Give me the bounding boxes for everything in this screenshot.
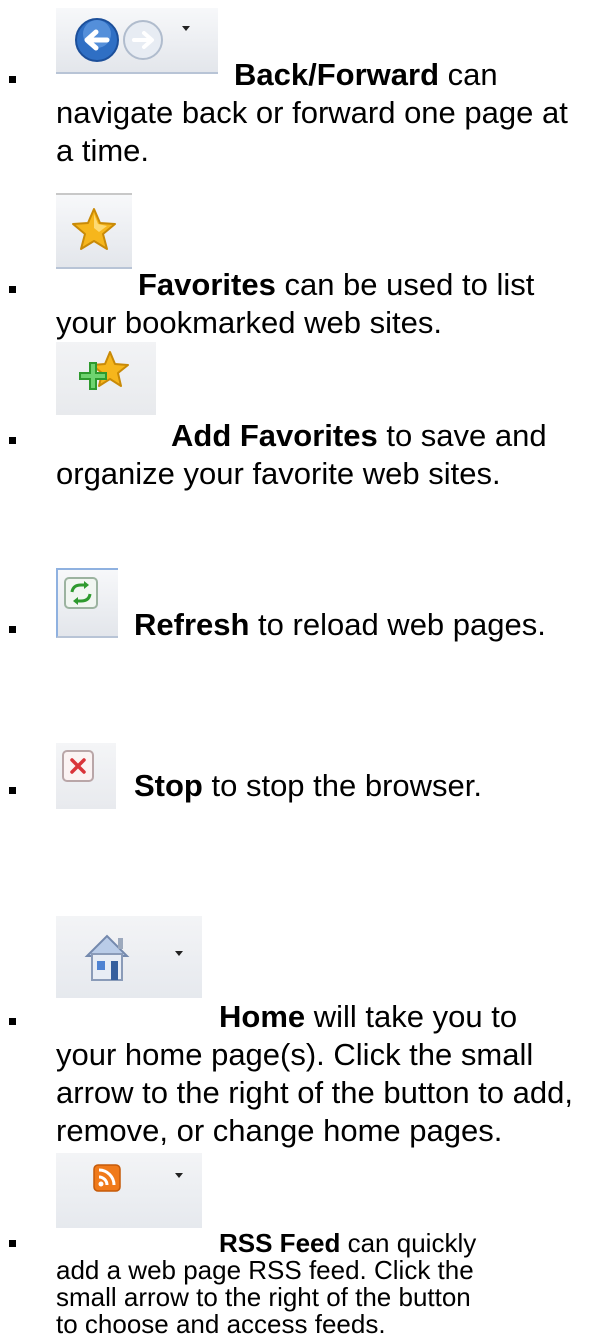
item-text: will take you to [305,999,518,1034]
item-title: Home [219,999,306,1034]
favorites-button[interactable] [56,193,132,269]
item-text: add a web page RSS feed. Click the [56,1255,474,1285]
item-text: small arrow to the right of the button [56,1282,471,1312]
item-text: arrow to the right of the button to add, [56,1075,573,1110]
rss-feed-icon [93,1164,121,1192]
chevron-down-icon[interactable] [175,951,183,956]
item-text: your bookmarked web sites. [56,305,442,340]
item-title: RSS Feed [219,1228,341,1258]
item-text: can quickly [340,1228,477,1258]
item-text: a time. [56,133,150,168]
stop-icon [62,750,94,782]
bullet [9,787,16,794]
item-text: remove, or change home pages. [56,1113,503,1148]
bullet [9,76,16,83]
item-text: can [439,57,498,92]
favorites-star-icon [72,208,116,250]
back-forward-button[interactable] [56,8,218,74]
stop-button[interactable] [56,743,116,809]
item-text: can be used to list [275,267,535,302]
chevron-down-icon[interactable] [175,1173,183,1178]
item-text: to stop the browser. [202,768,483,803]
bullet [9,286,16,293]
refresh-icon [64,577,98,609]
item-title: Stop [134,768,203,803]
add-favorites-button[interactable] [56,342,156,415]
rss-feed-button[interactable] [56,1153,202,1228]
chevron-down-icon[interactable] [182,26,190,31]
item-text: to reload web pages. [249,607,546,642]
home-icon [84,934,130,981]
item-text: your home page(s). Click the small [56,1037,534,1072]
item-title: Favorites [138,267,276,302]
bullet [9,1240,16,1247]
item-text: navigate back or forward one page at [56,95,568,130]
bullet [9,1018,16,1025]
item-title: Back/Forward [234,57,440,92]
bullet [9,626,16,633]
refresh-button[interactable] [56,568,118,638]
item-text: to save and [377,418,547,453]
item-text: to choose and access feeds. [56,1309,386,1339]
add-favorites-icon [79,351,129,390]
item-title: Refresh [134,607,250,642]
back-forward-icon [75,18,163,62]
bullet [9,437,16,444]
item-title: Add Favorites [171,418,378,453]
item-text: organize your favorite web sites. [56,456,501,491]
home-button[interactable] [56,916,202,998]
